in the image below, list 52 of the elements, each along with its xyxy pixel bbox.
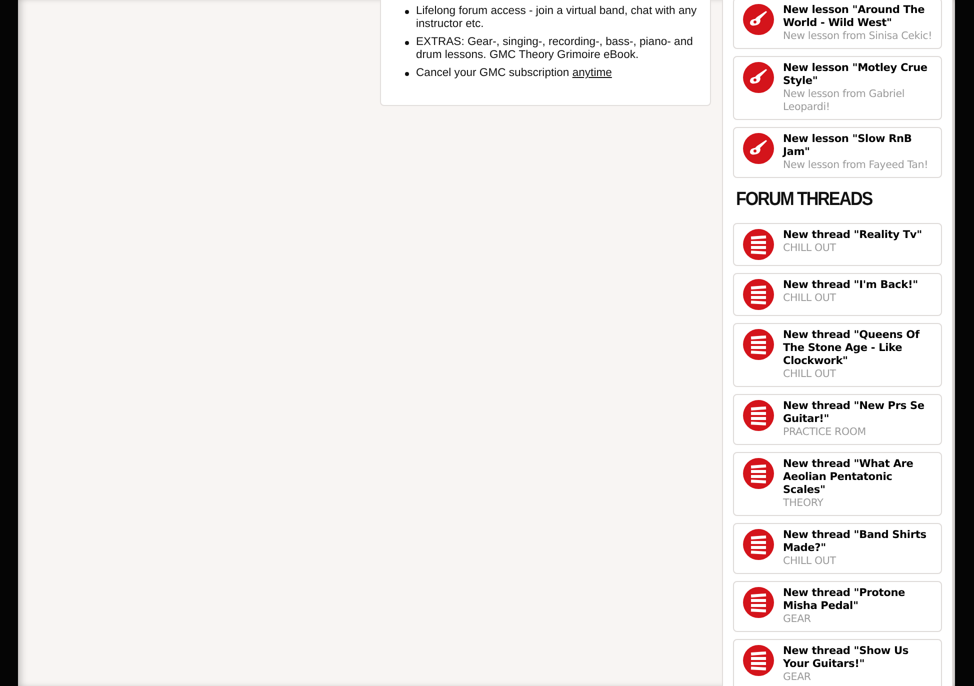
thread-card[interactable]: New thread "Reality Tv" CHILL OUT xyxy=(733,223,942,266)
thread-title: New thread "What Are Aeolian Pentatonic Scales" xyxy=(783,458,914,497)
list-icon xyxy=(743,645,774,676)
bullet-icon xyxy=(405,72,409,76)
thread-category: THEORY xyxy=(783,497,824,510)
feature-text: Lifelong forum access - join a virtual band, chat with any instructor etc. xyxy=(416,5,698,31)
thread-title: New thread "Band Shirts Made?" xyxy=(783,529,928,555)
thread-category: CHILL OUT xyxy=(783,292,837,305)
thread-card[interactable]: New thread "Queens Of The Stone Age - Like Clockwork" CHILL OUT xyxy=(733,323,942,387)
thread-title: New thread "Protone Misha Pedal" xyxy=(783,587,906,613)
lesson-title: New lesson "Slow RnB Jam" xyxy=(783,133,913,159)
list-icon xyxy=(743,587,774,618)
feature-text: Cancel your GMC subscription anytime xyxy=(416,67,612,80)
thread-card[interactable]: New thread "New Prs Se Guitar!" PRACTICE ROOM xyxy=(733,394,942,445)
lesson-title: New lesson "Motley Crue Style" xyxy=(783,62,928,88)
thread-card[interactable]: New thread "Show Us Your Guitars!" GEAR xyxy=(733,639,942,686)
thread-card[interactable]: New thread "I'm Back!" CHILL OUT xyxy=(733,273,942,316)
guitar-icon xyxy=(743,62,774,93)
thread-category: CHILL OUT xyxy=(783,368,837,381)
thread-title: New thread "Reality Tv" xyxy=(783,229,922,242)
thread-card[interactable]: New thread "Protone Misha Pedal" GEAR xyxy=(733,581,942,632)
list-icon xyxy=(743,329,774,360)
lesson-card[interactable]: New lesson "Motley Crue Style" New lesson from Gabriel Leopardi! xyxy=(733,56,942,120)
lesson-title: New lesson "Around The World - Wild West" xyxy=(783,4,926,30)
lesson-subtitle: New lesson from Sinisa Cekic! xyxy=(783,30,934,43)
thread-category: CHILL OUT xyxy=(783,555,837,568)
thread-title: New thread "Queens Of The Stone Age - Like Clockwork" xyxy=(783,329,921,368)
thread-title: New thread "I'm Back!" xyxy=(783,279,918,292)
lesson-subtitle: New lesson from Fayeed Tan! xyxy=(783,159,930,172)
list-icon xyxy=(743,279,774,310)
bullet-icon xyxy=(405,10,409,14)
thread-title: New thread "New Prs Se Guitar!" xyxy=(783,400,926,426)
thread-card[interactable]: New thread "Band Shirts Made?" CHILL OUT xyxy=(733,523,942,574)
feature-text: EXTRAS: Gear-, singing-, recording-, bass-, piano- and drum lessons. GMC Theory Grimoire eBook. xyxy=(416,36,694,62)
thread-category: CHILL OUT xyxy=(783,242,837,255)
thread-category: GEAR xyxy=(783,671,812,684)
list-icon xyxy=(743,229,774,260)
list-icon xyxy=(743,529,774,560)
guitar-icon xyxy=(743,133,774,164)
guitar-icon xyxy=(743,4,774,35)
lesson-card[interactable]: New lesson "Slow RnB Jam" New lesson from Fayeed Tan! xyxy=(733,127,942,178)
lesson-card[interactable]: New lesson "Around The World - Wild West" New lesson from Sinisa Cekic! xyxy=(733,0,942,49)
lesson-subtitle: New lesson from Gabriel Leopardi! xyxy=(783,88,906,114)
bullet-icon xyxy=(405,41,409,45)
section-heading: FORUM THREADS xyxy=(736,188,874,212)
thread-title: New thread "Show Us Your Guitars!" xyxy=(783,645,910,671)
thread-category: GEAR xyxy=(783,613,812,626)
list-icon xyxy=(743,458,774,489)
thread-category: PRACTICE ROOM xyxy=(783,426,867,439)
anytime-link[interactable]: anytime xyxy=(572,67,612,79)
list-icon xyxy=(743,400,774,431)
thread-card[interactable]: New thread "What Are Aeolian Pentatonic Scales" THEORY xyxy=(733,452,942,516)
